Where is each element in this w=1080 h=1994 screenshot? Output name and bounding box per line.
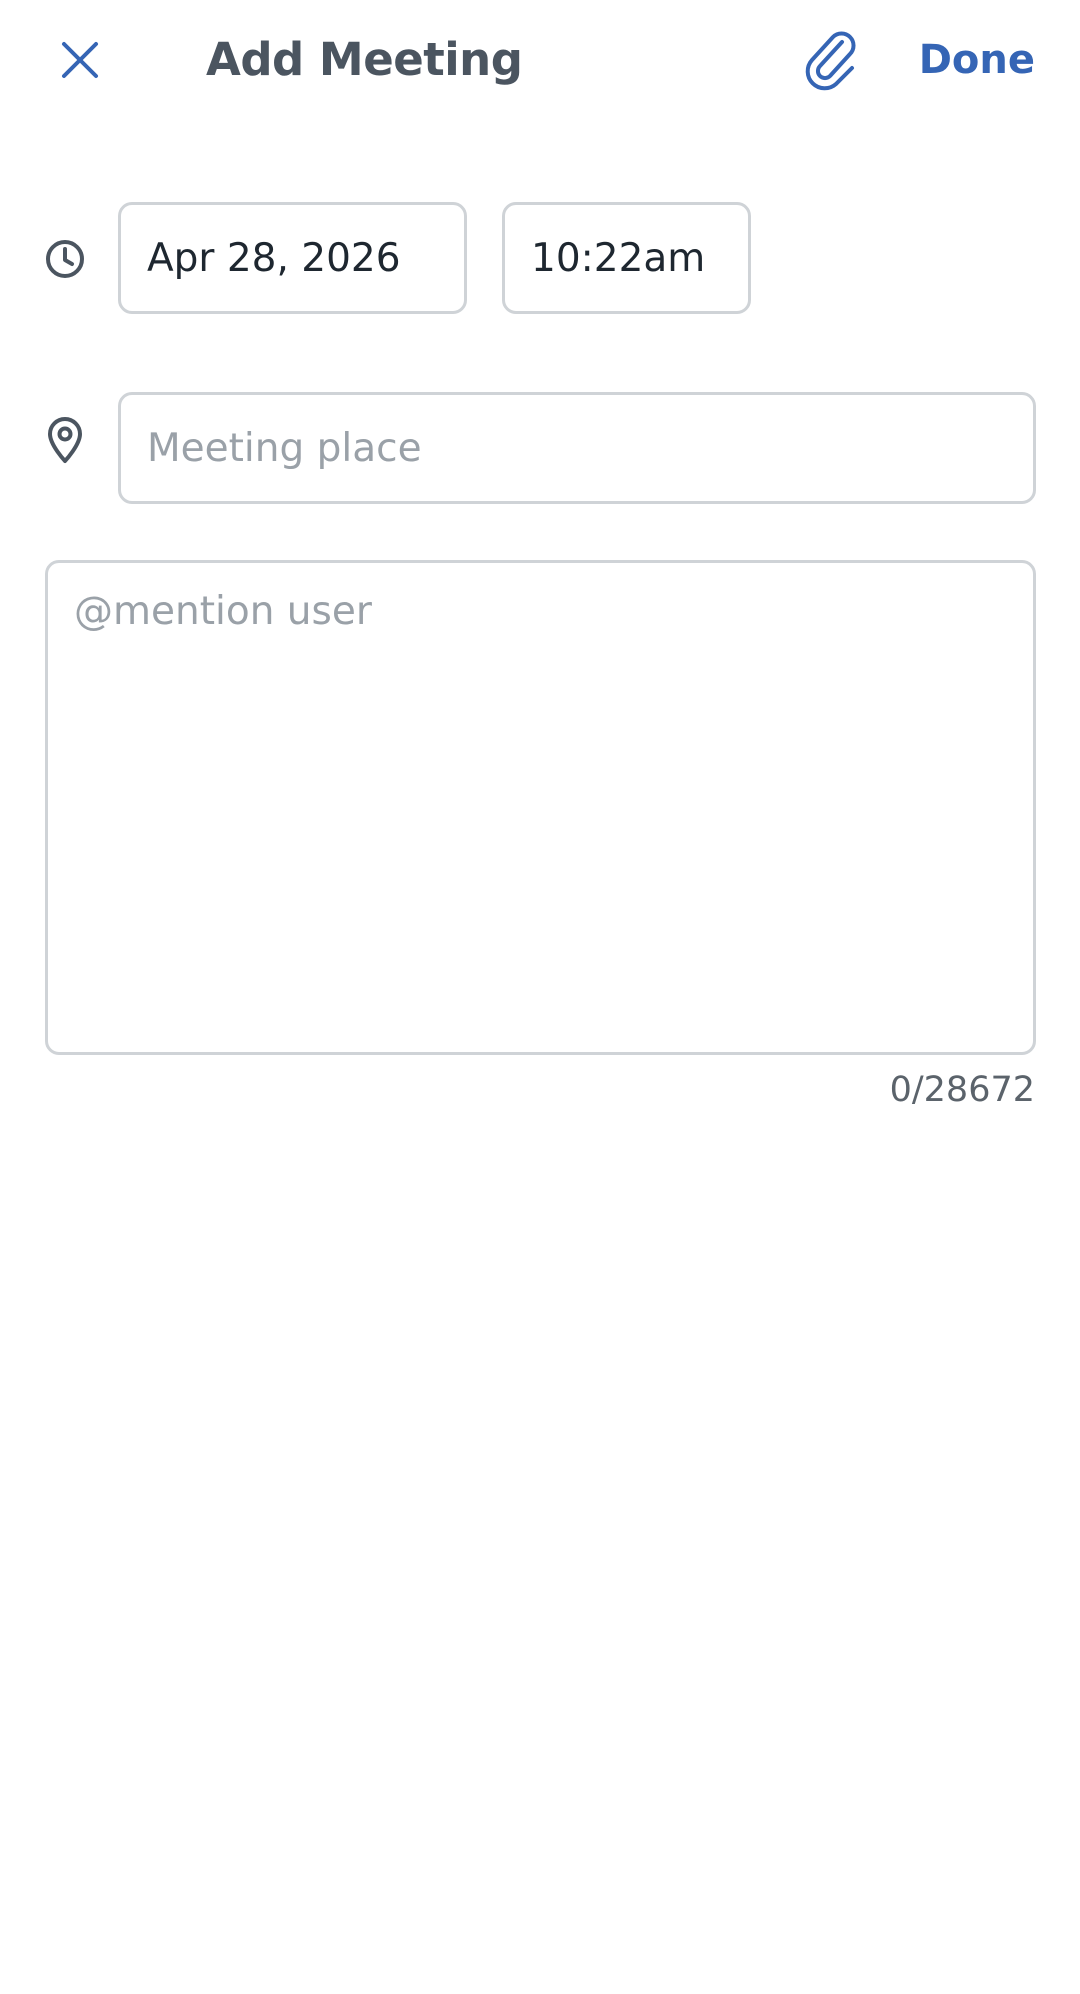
notes-field[interactable] [45, 560, 1036, 1055]
character-counter: 0/28672 [889, 1070, 1035, 1110]
meeting-place-field[interactable] [118, 392, 1036, 504]
attach-button[interactable] [790, 20, 870, 100]
date-value: Apr 28, 2026 [147, 235, 401, 281]
done-button[interactable]: Done [919, 30, 1035, 90]
date-field[interactable]: Apr 28, 2026 [118, 202, 467, 314]
meeting-place-input[interactable] [147, 425, 1033, 471]
page-title: Add Meeting [206, 33, 523, 86]
app-header: Add Meeting Done [0, 0, 1080, 120]
location-pin-icon [40, 412, 90, 468]
time-field[interactable]: 10:22am [502, 202, 751, 314]
clock-icon [40, 234, 90, 284]
close-icon [62, 42, 98, 78]
close-button[interactable] [40, 20, 120, 100]
paperclip-icon [805, 31, 856, 91]
mention-textarea[interactable] [74, 589, 1007, 1026]
time-value: 10:22am [531, 235, 706, 281]
